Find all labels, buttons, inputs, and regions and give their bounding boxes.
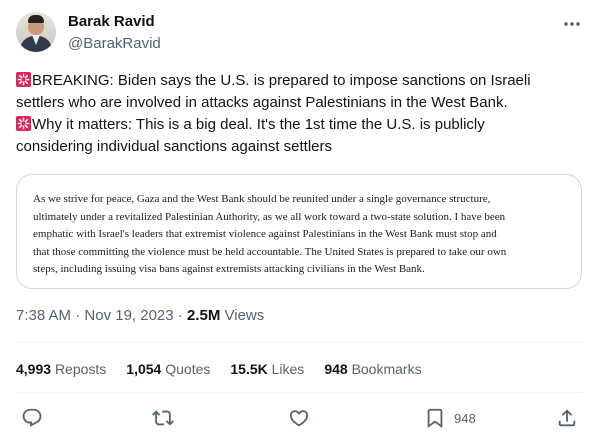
- bookmark-button[interactable]: 948: [424, 406, 476, 430]
- meta-separator: ·: [75, 307, 81, 324]
- tweet-line-4: considering individual sanctions against…: [16, 138, 333, 155]
- statement-line-4: that those committing the violence must …: [33, 245, 507, 258]
- likes-stat[interactable]: 15.5K Likes: [230, 361, 304, 377]
- tweet-text: BREAKING: Biden says the U.S. is prepare…: [16, 70, 582, 158]
- tweet-line-1: BREAKING: Biden says the U.S. is prepare…: [32, 72, 531, 89]
- reposts-count: 4,993: [16, 361, 52, 377]
- likes-count: 15.5K: [230, 361, 268, 377]
- divider: [16, 342, 582, 343]
- quotes-count: 1,054: [126, 361, 162, 377]
- avatar[interactable]: [16, 12, 56, 52]
- divider: [16, 392, 582, 393]
- statement-line-2: ultimately under a revitalized Palestini…: [33, 210, 506, 223]
- reply-icon: [22, 408, 42, 427]
- siren-emoji: [16, 72, 31, 87]
- tweet-line: BREAKING: Biden says the U.S. is prepare…: [16, 70, 582, 92]
- bookmark-count: 948: [454, 410, 476, 426]
- views-count: 2.5M: [186, 307, 221, 324]
- tweet-line-3: Why it matters: This is a big deal. It's…: [32, 116, 485, 133]
- statement-line-5: steps, including issuing visa bans again…: [33, 263, 425, 275]
- attached-image[interactable]: As we strive for peace, Gaza and the Wes…: [16, 174, 582, 289]
- views-label: Views: [224, 307, 265, 324]
- tweet: Barak Ravid @BarakRavid BREAKING: Biden …: [0, 0, 598, 441]
- reposts-stat[interactable]: 4,993 Reposts: [16, 361, 106, 377]
- tweet-line: Why it matters: This is a big deal. It's…: [16, 114, 582, 136]
- statement-line-1: As we strive for peace, Gaza and the Wes…: [33, 193, 491, 205]
- statement-text: As we strive for peace, Gaza and the Wes…: [33, 191, 573, 279]
- tweet-line-2: settlers who are involved in attacks aga…: [16, 94, 508, 111]
- tweet-meta: 7:38 AM · Nov 19, 2023 · 2.5M Views: [16, 307, 264, 324]
- reply-button[interactable]: [21, 406, 43, 430]
- bookmarks-count: 948: [324, 361, 348, 377]
- timestamp-date[interactable]: Nov 19, 2023: [84, 307, 173, 324]
- author-name[interactable]: Barak Ravid: [68, 13, 155, 30]
- reposts-label: Reposts: [54, 361, 107, 377]
- more-icon: [564, 22, 580, 26]
- share-icon: [558, 409, 576, 427]
- repost-button[interactable]: [152, 406, 174, 430]
- like-button[interactable]: [288, 406, 310, 430]
- bookmarks-label: Bookmarks: [351, 361, 422, 377]
- quotes-label: Quotes: [165, 361, 211, 377]
- action-bar: 948: [16, 404, 582, 432]
- engagement-stats: 4,993 Reposts 1,054 Quotes 15.5K Likes 9…: [16, 361, 422, 377]
- author-handle[interactable]: @BarakRavid: [68, 35, 161, 52]
- timestamp-time[interactable]: 7:38 AM: [16, 307, 71, 324]
- bookmarks-stat[interactable]: 948 Bookmarks: [324, 361, 421, 377]
- meta-separator: ·: [177, 307, 183, 324]
- quotes-stat[interactable]: 1,054 Quotes: [126, 361, 210, 377]
- share-button[interactable]: [556, 406, 578, 430]
- likes-label: Likes: [271, 361, 305, 377]
- bookmark-icon: [427, 408, 443, 429]
- repost-icon: [152, 410, 174, 426]
- more-options-button[interactable]: [560, 14, 584, 34]
- statement-line-3: emphatic with Israel's leaders that extr…: [33, 228, 497, 240]
- like-icon: [289, 410, 309, 427]
- siren-emoji: [16, 116, 31, 131]
